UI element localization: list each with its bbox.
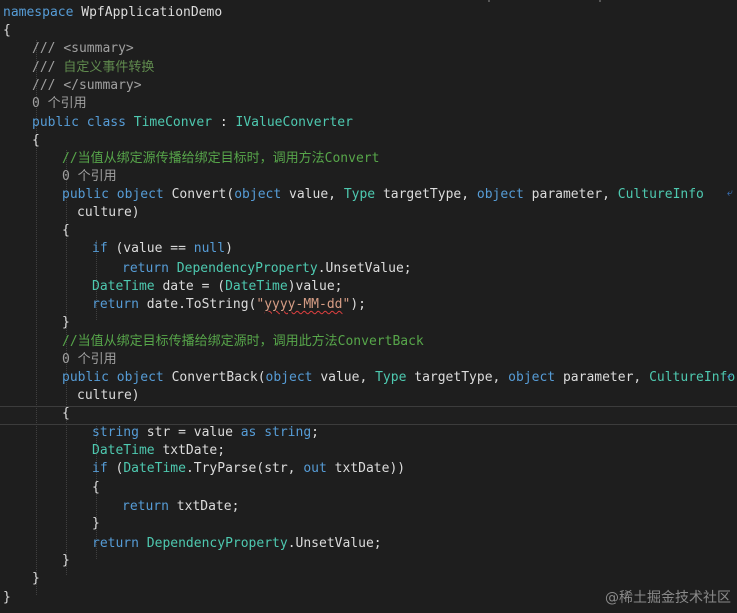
code-line: DateTime date = (DateTime)value;: [92, 279, 343, 294]
code-line: DateTime txtDate;: [92, 443, 226, 458]
code-line: return date.ToString("yyyy-MM-dd");: [92, 297, 366, 312]
code-line: public class TimeConver : IValueConverte…: [32, 115, 353, 130]
code-line: {: [92, 480, 100, 495]
code-line: }: [62, 553, 70, 568]
code-line: culture): [77, 388, 140, 403]
word-wrap-icon: ⤶: [726, 369, 733, 382]
code-comment: //当值从绑定源传播给绑定目标时，调用方法Convert: [62, 151, 380, 166]
code-line: culture): [77, 205, 140, 220]
code-line: return DependencyProperty.UnsetValue;: [122, 261, 412, 276]
code-line: {: [62, 223, 70, 238]
code-line: public object ConvertBack(object value, …: [62, 370, 736, 385]
code-line: namespace WpfApplicationDemo: [3, 5, 223, 20]
current-line-highlight: [0, 406, 737, 425]
code-line: /// </summary>: [32, 78, 142, 93]
code-line: if (value == null): [92, 241, 233, 256]
code-line: /// <summary>: [32, 41, 134, 56]
code-line: public object Convert(object value, Type…: [62, 187, 704, 202]
code-editor[interactable]: namespace WpfApplicationDemo { /// <summ…: [0, 0, 737, 613]
code-line: }: [3, 590, 11, 605]
code-line: return txtDate;: [122, 499, 240, 514]
code-comment: //当值从绑定目标传播给绑定源时，调用此方法ConvertBack: [62, 334, 424, 349]
code-line: }: [32, 571, 40, 586]
code-line: {: [62, 406, 70, 421]
code-line: }: [92, 516, 100, 531]
reference-count[interactable]: 0 个引用: [62, 168, 117, 186]
code-line: {: [32, 133, 40, 148]
scroll-marker: [599, 0, 601, 2]
reference-count[interactable]: 0 个引用: [32, 95, 87, 113]
spelling-squiggle[interactable]: yyyy-MM-dd: [264, 297, 342, 312]
code-line: string str = value as string;: [92, 425, 319, 440]
code-line: if (DateTime.TryParse(str, out txtDate)): [92, 461, 406, 476]
code-line: return DependencyProperty.UnsetValue;: [92, 536, 382, 551]
word-wrap-icon: ⤶: [726, 186, 733, 199]
code-line: }: [62, 315, 70, 330]
code-line: /// 自定义事件转换: [32, 60, 155, 75]
scroll-marker: [488, 0, 490, 2]
watermark: @稀土掘金技术社区: [605, 590, 731, 606]
reference-count[interactable]: 0 个引用: [62, 351, 117, 369]
code-line: {: [3, 23, 11, 38]
